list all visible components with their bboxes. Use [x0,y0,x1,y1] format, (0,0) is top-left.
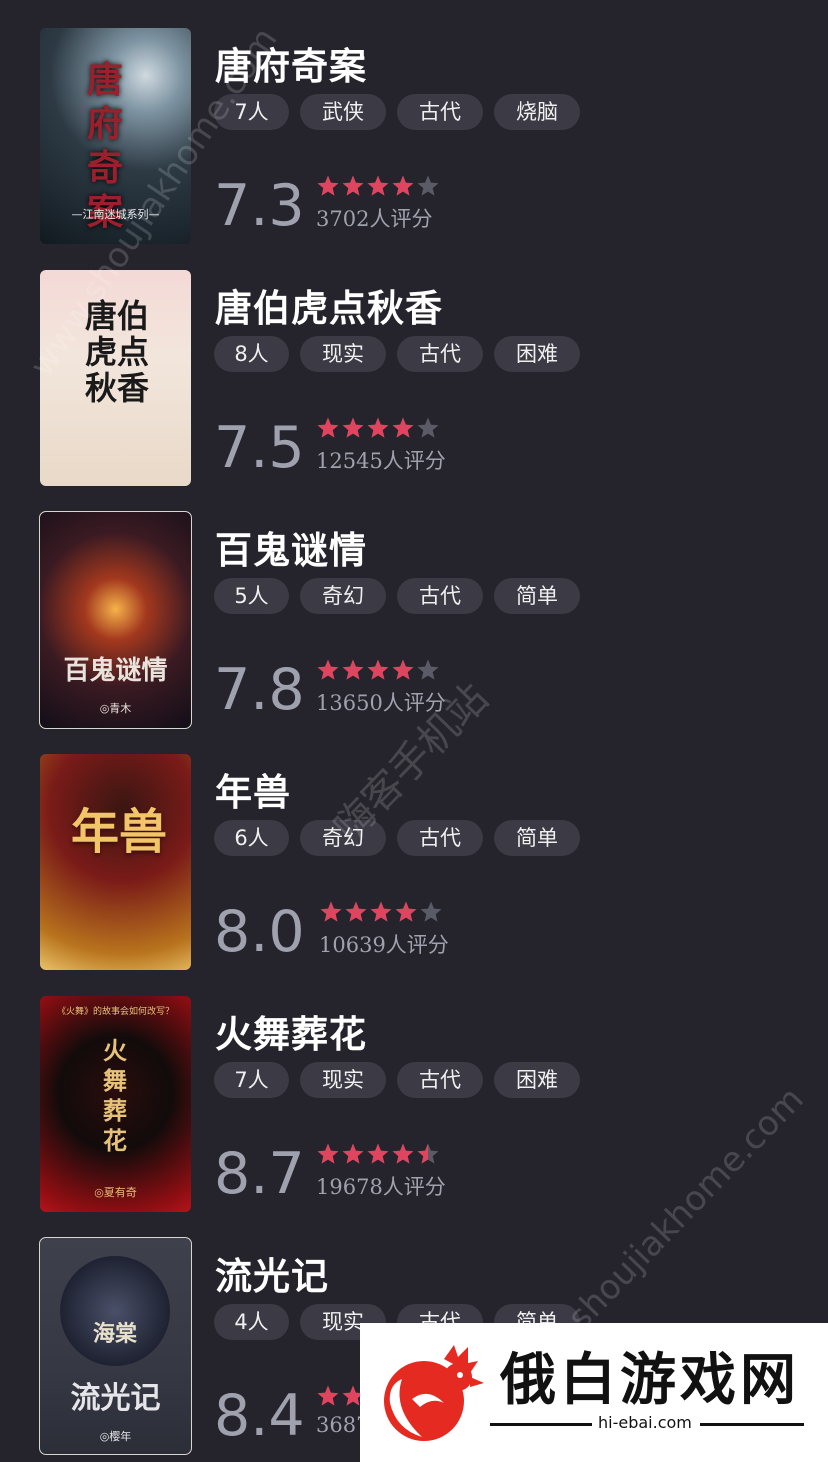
brand-divider-left [490,1423,592,1426]
star-icon [341,1142,365,1166]
difficulty-tag: 烧脑 [494,94,580,130]
cover-subtitle: ◎夏有奇 [94,1186,137,1199]
difficulty-tag: 简单 [494,578,580,614]
star-icon [416,416,440,440]
genre-tag: 武侠 [300,94,386,130]
brand-overlay: 俄白游戏网 hi-ebai.com [360,1323,828,1462]
brand-name: 俄白游戏网 [500,1347,800,1413]
score-value: 8.0 [214,899,305,965]
genre-tag: 奇幻 [300,578,386,614]
player-count-tag: 7人 [214,94,289,130]
star-icon [366,174,390,198]
game-title[interactable]: 唐府奇案 [215,36,367,90]
star-icon [344,900,368,924]
star-icon [369,900,393,924]
game-list-item[interactable]: 年兽 年兽 6人 奇幻 古代 简单 8.0 10639人评分 [40,754,800,970]
cover-subtitle: —江南迷城系列— [71,208,160,221]
rating-count: 12545人评分 [316,449,446,473]
genre-tag: 奇幻 [300,820,386,856]
star-icon [419,900,443,924]
star-icon [391,1142,415,1166]
game-title[interactable]: 唐伯虎点秋香 [215,278,443,332]
game-title[interactable]: 火舞葬花 [215,1004,367,1058]
difficulty-tag: 困难 [494,1062,580,1098]
star-icon [316,1384,340,1408]
player-count-tag: 5人 [214,578,289,614]
star-icon [366,658,390,682]
rating-count: 10639人评分 [319,933,449,957]
player-count-tag: 6人 [214,820,289,856]
star-rating [316,174,446,198]
player-count-tag: 7人 [214,1062,289,1098]
star-icon [416,1142,440,1166]
game-title[interactable]: 流光记 [215,1246,329,1300]
cover-title: 唐伯虎点秋香 [84,297,149,407]
star-icon [341,416,365,440]
rating-count: 13650人评分 [316,691,446,715]
cover-title: 火舞葬花 [103,1036,127,1155]
game-list-item[interactable]: 唐府奇案 —江南迷城系列— 唐府奇案 7人 武侠 古代 烧脑 7.3 3702人评分 [40,28,800,244]
star-icon [316,174,340,198]
difficulty-tag: 简单 [494,820,580,856]
era-tag: 古代 [397,820,483,856]
game-cover-image[interactable]: 唐伯虎点秋香 [40,270,191,486]
star-icon [341,174,365,198]
star-icon [366,416,390,440]
star-icon [394,900,418,924]
game-title[interactable]: 百鬼谜情 [215,520,367,574]
genre-tag: 现实 [300,336,386,372]
score-value: 8.7 [214,1141,305,1207]
brand-divider-right [700,1423,804,1426]
player-count-tag: 8人 [214,336,289,372]
game-list-item[interactable]: 《火舞》的故事会如何改写？ 火舞葬花 ◎夏有奇 火舞葬花 7人 现实 古代 困难 8.7 1967… [40,996,800,1212]
star-icon [341,658,365,682]
game-list-item[interactable]: 唐伯虎点秋香 唐伯虎点秋香 8人 现实 古代 困难 7.5 12545人评分 [40,270,800,486]
game-cover-image[interactable]: 百鬼谜情 ◎青木 [39,511,192,729]
era-tag: 古代 [397,336,483,372]
player-count-tag: 4人 [214,1304,289,1340]
genre-tag: 现实 [300,1062,386,1098]
star-icon [366,1142,390,1166]
star-icon [319,900,343,924]
star-rating [316,416,446,440]
star-icon [416,658,440,682]
star-rating [319,900,449,924]
cover-subtitle: ◎樱年 [99,1430,132,1443]
game-cover-image[interactable]: 唐府奇案 —江南迷城系列— [40,28,191,244]
rooster-logo-icon [384,1345,484,1441]
game-list-item[interactable]: 百鬼谜情 ◎青木 百鬼谜情 5人 奇幻 古代 简单 7.8 13650人评分 [39,511,800,729]
era-tag: 古代 [397,578,483,614]
star-icon [391,416,415,440]
score-value: 7.8 [214,657,305,723]
star-rating [316,1142,446,1166]
game-cover-image[interactable]: 海棠流光记 ◎樱年 [39,1237,192,1455]
cover-subtitle: ◎青木 [99,702,132,715]
era-tag: 古代 [397,94,483,130]
star-icon [391,174,415,198]
star-icon [316,1142,340,1166]
cover-tagline: 《火舞》的故事会如何改写？ [56,1007,174,1017]
star-icon [316,416,340,440]
game-cover-image[interactable]: 年兽 [40,754,191,970]
cover-emblem-text: 海棠 [92,1321,137,1347]
star-rating [316,658,446,682]
star-icon [416,174,440,198]
rating-count: 3702人评分 [316,207,433,231]
star-icon [391,658,415,682]
game-cover-image[interactable]: 《火舞》的故事会如何改写？ 火舞葬花 ◎夏有奇 [40,996,191,1212]
score-value: 8.4 [214,1383,305,1449]
difficulty-tag: 困难 [494,336,580,372]
cover-emblem: 海棠 [60,1256,170,1366]
cover-title: 百鬼谜情 [63,656,168,686]
score-value: 7.5 [214,415,305,481]
star-icon [316,658,340,682]
game-title[interactable]: 年兽 [215,762,291,816]
score-value: 7.3 [214,173,305,239]
brand-url: hi-ebai.com [598,1413,692,1432]
era-tag: 古代 [397,1062,483,1098]
cover-title: 年兽 [70,804,167,860]
rating-count: 19678人评分 [316,1175,446,1199]
cover-title: 流光记 [70,1381,161,1416]
